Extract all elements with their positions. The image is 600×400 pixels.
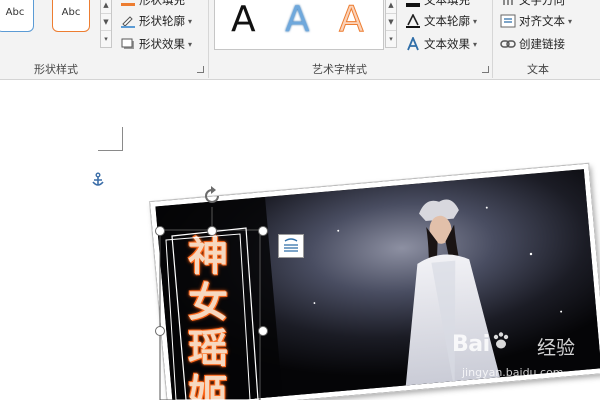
watermark-brand: Bai <box>452 331 512 357</box>
watermark-jingyan-text: 经验 <box>537 337 576 359</box>
resize-handle-middle-left[interactable] <box>155 326 165 336</box>
resize-handle-top-right[interactable] <box>258 226 268 236</box>
layout-options-icon <box>284 238 298 252</box>
watermark-brand-text: Bai <box>452 332 490 357</box>
baidu-jingyan-watermark: Bai 经验 jingyan.baidu.com <box>452 331 590 391</box>
layout-options-button[interactable] <box>278 234 304 258</box>
rotate-handle-icon[interactable] <box>200 184 224 208</box>
resize-handle-top-center[interactable] <box>207 226 217 236</box>
watermark-url: jingyan.baidu.com <box>462 366 564 379</box>
resize-handle-middle-right[interactable] <box>258 326 268 336</box>
paw-icon <box>490 331 512 357</box>
resize-handle-top-left[interactable] <box>155 226 165 236</box>
